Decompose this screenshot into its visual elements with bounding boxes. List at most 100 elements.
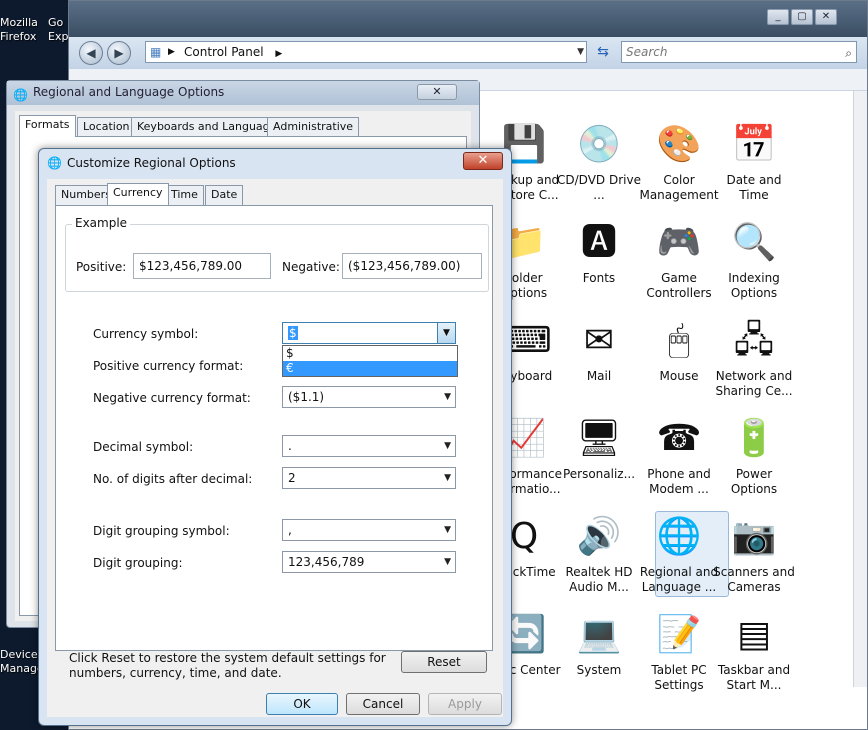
currency-symbol-value[interactable]: $ xyxy=(288,326,298,340)
chevron-down-icon[interactable]: ▼ xyxy=(444,468,451,488)
apply-button[interactable]: Apply xyxy=(428,693,502,715)
cp-item-power[interactable]: 🔋 Power Options xyxy=(711,415,797,497)
digits-after-decimal-label: No. of digits after decimal: xyxy=(93,472,253,486)
cp-item-date-time[interactable]: 📅 Date and Time xyxy=(711,121,797,203)
chevron-down-icon[interactable]: ▼ xyxy=(444,552,451,572)
system-icon: 💻 xyxy=(576,614,622,655)
digits-after-decimal-select[interactable]: 2 ▼ xyxy=(282,467,456,489)
tab-formats[interactable]: Formats xyxy=(19,115,76,137)
close-button[interactable]: ✕ xyxy=(463,152,503,170)
cp-item-game-controller[interactable]: 🎮 Game Controllers xyxy=(636,219,722,301)
game-controller-icon: 🎮 xyxy=(656,222,702,263)
back-button[interactable]: ◀ xyxy=(79,41,103,65)
cp-item-label: CD/DVD Drive ... xyxy=(557,173,641,202)
cp-item-phone[interactable]: ☎ Phone and Modem ... xyxy=(636,415,722,497)
cp-item-label: Scanners and Cameras xyxy=(713,565,795,594)
forward-button[interactable]: ▶ xyxy=(107,41,131,65)
chevron-down-icon[interactable]: ▼ xyxy=(444,520,451,540)
tab-currency[interactable]: Currency xyxy=(107,183,169,205)
dropdown-option[interactable]: $ xyxy=(283,346,457,361)
example-group-label: Example xyxy=(72,216,131,230)
vertical-scrollbar[interactable] xyxy=(853,91,867,687)
digit-grouping-symbol-value: , xyxy=(288,523,292,537)
cp-item-label: System xyxy=(576,663,622,677)
cp-item-audio[interactable]: 🔊 Realtek HD Audio M... xyxy=(556,513,642,595)
cp-item-tablet[interactable]: 📝 Tablet PC Settings xyxy=(636,611,722,693)
cp-item-personalize[interactable]: 🖥 Personaliz... xyxy=(556,415,642,482)
cp-item-label: Indexing Options xyxy=(728,271,780,300)
negative-format-select[interactable]: ($1.1) ▼ xyxy=(282,386,456,408)
cp-item-label: Color Management xyxy=(639,173,719,202)
cp-item-fonts[interactable]: 🅰 Fonts xyxy=(556,219,642,286)
cp-item-label: Network and Sharing Ce... xyxy=(715,369,793,398)
cp-item-mouse[interactable]: 🖱 Mouse xyxy=(636,317,722,384)
desktop-icon-partial[interactable]: Go Exp xyxy=(48,16,70,44)
digit-grouping-value: 123,456,789 xyxy=(288,555,365,569)
decimal-symbol-select[interactable]: . ▼ xyxy=(282,435,456,457)
digit-grouping-symbol-select[interactable]: , ▼ xyxy=(282,519,456,541)
cp-item-cd-dvd[interactable]: 💿 CD/DVD Drive ... xyxy=(556,121,642,203)
chevron-down-icon[interactable]: ▼ xyxy=(444,436,451,456)
mouse-icon: 🖱 xyxy=(668,320,690,361)
negative-format-label: Negative currency format: xyxy=(93,391,251,405)
cancel-button[interactable]: Cancel xyxy=(346,693,420,715)
cp-item-label: Realtek HD Audio M... xyxy=(565,565,633,594)
cp-item-label: Power Options xyxy=(730,467,778,496)
control-panel-titlebar: _ ▢ ✕ xyxy=(69,1,867,37)
search-input[interactable]: Search ⌕ xyxy=(621,41,857,63)
reset-button[interactable]: Reset xyxy=(401,651,487,673)
dropdown-option-selected[interactable]: € xyxy=(283,361,457,376)
cd-dvd-icon: 💿 xyxy=(576,124,622,165)
cp-item-label: Mouse xyxy=(659,369,699,383)
chevron-down-icon[interactable]: ▼ xyxy=(577,42,584,62)
ok-button[interactable]: OK xyxy=(266,693,338,715)
cp-item-label: Game Controllers xyxy=(646,271,712,300)
search-icon[interactable]: ⌕ xyxy=(845,43,852,63)
fonts-icon: 🅰 xyxy=(580,222,617,263)
desktop-icon-device-manager[interactable]: Device Manage... xyxy=(0,648,54,676)
tab-location[interactable]: Location xyxy=(77,117,136,137)
desktop-icon-firefox[interactable]: Mozilla Firefox xyxy=(0,16,38,44)
minimize-button[interactable]: _ xyxy=(767,9,789,25)
customize-regional-dialog: 🌐 Customize Regional Options ✕ Numbers C… xyxy=(38,148,512,726)
chevron-down-icon[interactable]: ▼ xyxy=(437,323,455,343)
cp-item-globe-clock[interactable]: 🌐 Regional and Language ... xyxy=(636,513,722,595)
cp-item-network[interactable]: 🖧 Network and Sharing Ce... xyxy=(711,317,797,399)
negative-example-field: ($123,456,789.00) xyxy=(342,253,482,279)
reset-help-text-line1: Click Reset to restore the system defaul… xyxy=(69,651,386,665)
cp-item-label: Date and Time xyxy=(726,173,782,202)
address-bar[interactable]: ▦ ▶ Control Panel ▶ ▼ xyxy=(145,41,587,63)
currency-symbol-dropdown[interactable]: $ € xyxy=(282,345,458,377)
cp-item-taskbar[interactable]: ▤ Taskbar and Start M... xyxy=(711,611,797,693)
tab-time[interactable]: Time xyxy=(165,185,204,205)
currency-tab-page: Example Positive: $123,456,789.00 Negati… xyxy=(55,205,493,651)
maximize-button[interactable]: ▢ xyxy=(791,9,813,25)
digit-grouping-select[interactable]: 123,456,789 ▼ xyxy=(282,551,456,573)
cp-item-label: Fonts xyxy=(582,271,616,285)
globe-clock-icon: 🌐 xyxy=(656,516,702,557)
negative-label: Negative: xyxy=(282,260,340,274)
cp-item-color-management[interactable]: 🎨 Color Management xyxy=(636,121,722,203)
digit-grouping-label: Digit grouping: xyxy=(93,556,183,570)
close-button[interactable]: ✕ xyxy=(417,84,457,100)
chevron-down-icon[interactable]: ▼ xyxy=(444,387,451,407)
refresh-icon[interactable]: ⇆ xyxy=(591,41,615,63)
close-button[interactable]: ✕ xyxy=(815,9,837,25)
breadcrumb-control-panel[interactable]: Control Panel xyxy=(184,45,264,59)
folder-icon: ▦ xyxy=(150,45,162,59)
tab-keyboards-languages[interactable]: Keyboards and Languages xyxy=(131,117,289,137)
taskbar-icon: ▤ xyxy=(736,614,771,655)
cp-item-indexing[interactable]: 🔍 Indexing Options xyxy=(711,219,797,301)
cp-item-mail[interactable]: ✉ Mail xyxy=(556,317,642,384)
tab-administrative[interactable]: Administrative xyxy=(267,117,360,137)
cp-item-system[interactable]: 💻 System xyxy=(556,611,642,678)
cp-item-scanner[interactable]: 📷 Scanners and Cameras xyxy=(711,513,797,595)
tab-date[interactable]: Date xyxy=(205,185,244,205)
digit-grouping-symbol-label: Digit grouping symbol: xyxy=(93,524,230,538)
cp-item-label: Tablet PC Settings xyxy=(651,663,707,692)
network-icon: 🖧 xyxy=(733,320,775,361)
currency-symbol-combo[interactable]: $ ▼ xyxy=(282,322,456,344)
indexing-icon: 🔍 xyxy=(731,222,777,263)
cp-item-label: Phone and Modem ... xyxy=(647,467,711,496)
phone-icon: ☎ xyxy=(656,418,702,459)
